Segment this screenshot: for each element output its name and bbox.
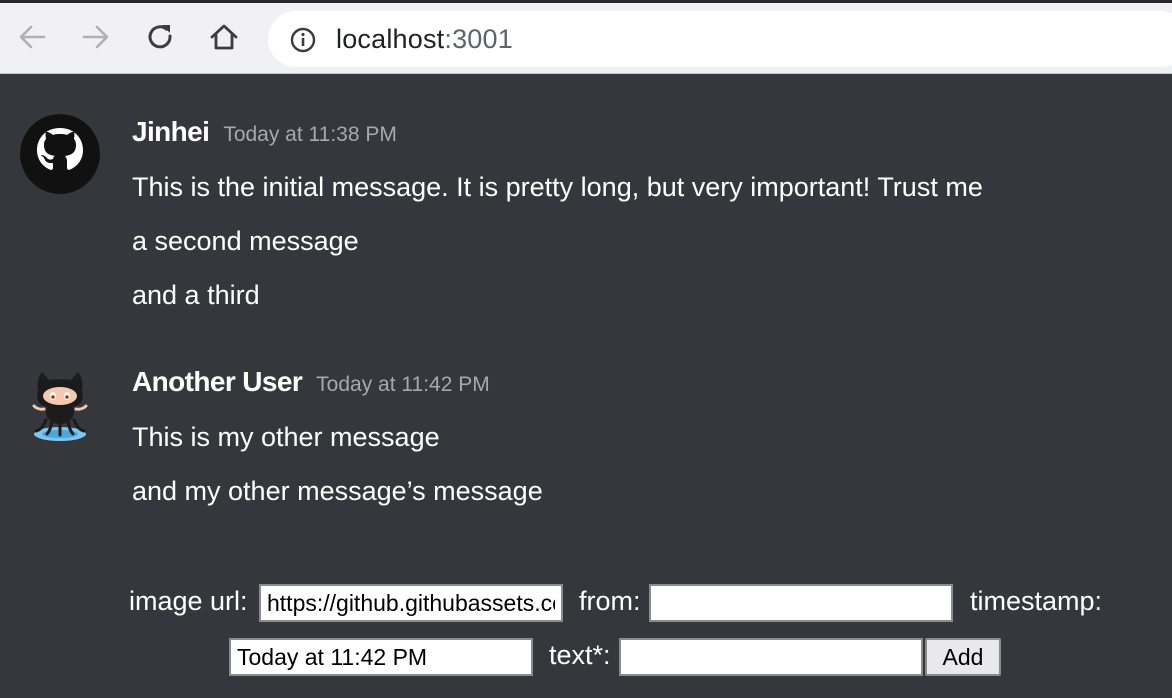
octocat-icon — [32, 372, 88, 441]
message-timestamp: Today at 11:38 PM — [223, 123, 397, 146]
timestamp-label: timestamp: — [970, 586, 1103, 616]
message-text: and my other message’s message — [132, 476, 543, 506]
address-bar[interactable]: localhost:3001 — [268, 11, 1172, 67]
message-timestamp: Today at 11:42 PM — [316, 373, 490, 396]
forward-arrow-icon — [82, 25, 109, 49]
text-label: text*: — [549, 640, 611, 670]
message-text: and a third — [132, 280, 260, 310]
avatar — [20, 364, 100, 444]
browser-toolbar: localhost:3001 — [0, 0, 1172, 74]
message-author: Jinhei Today at 11:38 PM — [132, 116, 397, 148]
timestamp-input[interactable] — [229, 638, 533, 676]
chat-area: Jinhei Today at 11:38 PM This is the init… — [0, 74, 1172, 698]
author-name: Another User — [132, 366, 303, 397]
image-url-input[interactable] — [259, 584, 563, 622]
reload-icon — [148, 25, 172, 49]
forward-button[interactable] — [76, 17, 116, 57]
avatar — [20, 114, 100, 194]
author-name: Jinhei — [132, 116, 210, 147]
message-text: This is the initial message. It is prett… — [132, 172, 983, 202]
image-url-label: image url: — [129, 586, 248, 616]
message-text: a second message — [132, 226, 359, 256]
home-button[interactable] — [204, 17, 244, 57]
add-button[interactable]: Add — [925, 638, 1001, 676]
back-button[interactable] — [12, 17, 52, 57]
text-input[interactable] — [619, 638, 923, 676]
url-port: :3001 — [444, 24, 513, 54]
back-arrow-icon — [19, 25, 46, 49]
url-host: localhost — [336, 24, 445, 54]
github-logo-icon — [20, 114, 100, 194]
message-text: This is my other message — [132, 422, 440, 452]
from-input[interactable] — [649, 584, 953, 622]
reload-button[interactable] — [140, 17, 180, 57]
home-icon — [210, 24, 238, 50]
from-label: from: — [579, 586, 641, 616]
url-text: localhost:3001 — [336, 24, 513, 54]
message-author: Another User Today at 11:42 PM — [132, 366, 490, 398]
info-icon[interactable] — [290, 27, 316, 53]
